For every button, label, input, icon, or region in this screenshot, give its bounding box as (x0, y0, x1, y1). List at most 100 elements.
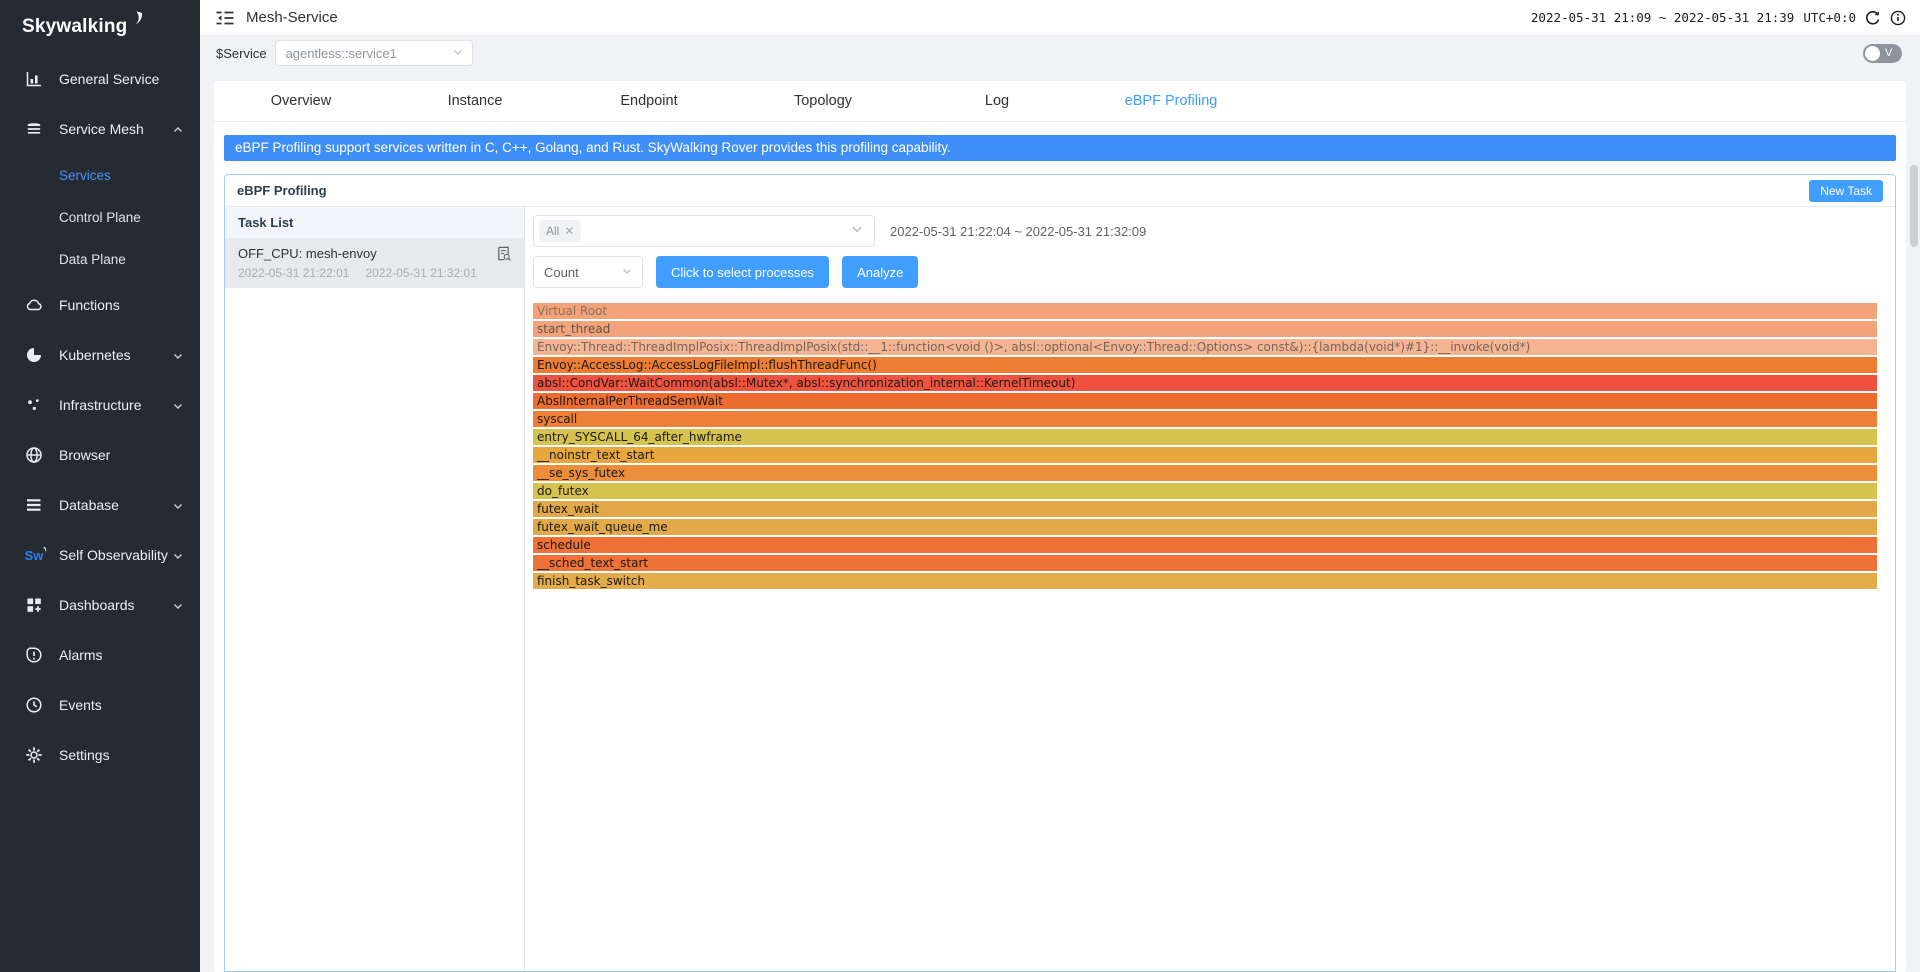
flame-frame[interactable]: do_futex (533, 483, 1877, 499)
menu-fold-icon[interactable] (216, 10, 234, 26)
instance-filter-select[interactable]: All ✕ (533, 215, 875, 247)
sidebar-item-dashboards[interactable]: Dashboards (0, 580, 200, 630)
sidebar-item-label: Database (59, 497, 172, 513)
sidebar-item-self-observability[interactable]: SwSelf Observability (0, 530, 200, 580)
flame-frame[interactable]: syscall (533, 411, 1877, 427)
ebpf-info-banner: eBPF Profiling support services written … (224, 135, 1896, 161)
events-icon (24, 695, 44, 715)
task-item[interactable]: OFF_CPU: mesh-envoy 2022-05-31 21:22:01 … (225, 239, 524, 288)
service-selector-bar: $Service agentless::service1 V (200, 36, 1920, 70)
chevron-down-icon (172, 549, 184, 561)
sidebar-item-label: Service Mesh (59, 121, 172, 137)
remove-tag-icon[interactable]: ✕ (564, 224, 574, 238)
vertical-scrollbar[interactable] (1910, 165, 1918, 247)
sidebar-item-label: Infrastructure (59, 397, 172, 413)
chevron-up-icon (172, 123, 184, 135)
chevron-down-icon (172, 499, 184, 511)
tab-instance[interactable]: Instance (388, 93, 562, 109)
sidebar-item-alarms[interactable]: Alarms (0, 630, 200, 680)
task-name: OFF_CPU: mesh-envoy (238, 246, 496, 261)
flame-frame[interactable]: futex_wait_queue_me (533, 519, 1877, 535)
sidebar-item-label: Control Plane (59, 210, 184, 225)
task-detail-icon[interactable] (496, 246, 511, 261)
analysis-column: All ✕ 2022-05-31 21:22:04 ~ 2022-05-31 2… (525, 207, 1895, 971)
app-root: Skywalking General Service Service Mesh Se… (0, 0, 1920, 972)
main-area: Mesh-Service 2022-05-31 21:09 ~ 2022-05-… (200, 0, 1920, 972)
tab-bar: OverviewInstanceEndpointTopologyLogeBPF … (214, 81, 1906, 122)
flame-frame[interactable]: __se_sys_futex (533, 465, 1877, 481)
tab-ebpf-profiling[interactable]: eBPF Profiling (1084, 93, 1258, 109)
task-time-range: 2022-05-31 21:22:04 ~ 2022-05-31 21:32:0… (890, 224, 1146, 239)
sidebar-item-events[interactable]: Events (0, 680, 200, 730)
tab-endpoint[interactable]: Endpoint (562, 93, 736, 109)
sidebar-item-settings[interactable]: Settings (0, 730, 200, 780)
kubernetes-icon (24, 345, 44, 365)
aggregation-select[interactable]: Count (533, 256, 643, 288)
sidebar-item-control-plane[interactable]: Control Plane (0, 196, 200, 238)
chevron-down-icon (172, 599, 184, 611)
sidebar-item-infrastructure[interactable]: Infrastructure (0, 380, 200, 430)
flame-frame[interactable]: Envoy::AccessLog::AccessLogFileImpl::flu… (533, 357, 1877, 373)
flame-frame[interactable]: futex_wait (533, 501, 1877, 517)
globe-icon (24, 445, 44, 465)
dashboard-card: OverviewInstanceEndpointTopologyLogeBPF … (214, 81, 1906, 972)
chevron-down-icon (172, 349, 184, 361)
sidebar-item-database[interactable]: Database (0, 480, 200, 530)
flame-frame[interactable]: absl::CondVar::WaitCommon(absl::Mutex*, … (533, 375, 1877, 391)
toggle-label: V (1885, 47, 1892, 59)
flame-frame[interactable]: start_thread (533, 321, 1877, 337)
sidebar-item-label: Browser (59, 447, 184, 463)
flame-frame[interactable]: __noinstr_text_start (533, 447, 1877, 463)
sidebar-item-general-service[interactable]: General Service (0, 54, 200, 104)
aggregation-value: Count (544, 265, 579, 280)
tab-topology[interactable]: Topology (736, 93, 910, 109)
tab-log[interactable]: Log (910, 93, 1084, 109)
sidebar-item-label: Services (59, 168, 184, 183)
service-select[interactable]: agentless::service1 (275, 40, 473, 66)
new-task-button[interactable]: New Task (1809, 180, 1883, 202)
toggle-knob (1865, 46, 1880, 61)
flame-frame[interactable]: AbslInternalPerThreadSemWait (533, 393, 1877, 409)
filter-tag-chip: All ✕ (539, 220, 581, 242)
filter-tag-label: All (546, 224, 559, 238)
flame-frame[interactable]: __sched_text_start (533, 555, 1877, 571)
analyze-button[interactable]: Analyze (842, 256, 918, 288)
sidebar-item-functions[interactable]: Functions (0, 280, 200, 330)
flame-frame[interactable]: finish_task_switch (533, 573, 1877, 589)
flame-frame[interactable]: Virtual Root (533, 303, 1877, 319)
service-label: $Service (216, 46, 267, 61)
top-header: Mesh-Service 2022-05-31 21:09 ~ 2022-05-… (200, 0, 1920, 36)
content-area: OverviewInstanceEndpointTopologyLogeBPF … (200, 70, 1920, 972)
info-icon[interactable] (1890, 10, 1906, 26)
sidebar-item-kubernetes[interactable]: Kubernetes (0, 330, 200, 380)
chevron-down-icon (452, 46, 464, 61)
alarm-icon (24, 645, 44, 665)
select-processes-button[interactable]: Click to select processes (656, 256, 829, 288)
app-logo[interactable]: Skywalking (0, 0, 200, 54)
sidebar-item-data-plane[interactable]: Data Plane (0, 238, 200, 280)
service-select-value: agentless::service1 (286, 46, 397, 61)
sidebar-item-label: General Service (59, 71, 184, 87)
task-list-column: Task List OFF_CPU: mesh-envoy 2022-05-31… (225, 207, 525, 971)
flame-graph: Virtual Rootstart_threadEnvoy::Thread::T… (533, 303, 1877, 591)
infrastructure-icon (24, 395, 44, 415)
global-time-range[interactable]: 2022-05-31 21:09 ~ 2022-05-31 21:39 (1531, 10, 1794, 25)
flame-frame[interactable]: entry_SYSCALL_64_after_hwframe (533, 429, 1877, 445)
refresh-icon[interactable] (1865, 10, 1881, 26)
sidebar-item-label: Settings (59, 747, 184, 763)
sidebar-nav: General Service Service Mesh Services Contr… (0, 54, 200, 972)
sidebar-item-services[interactable]: Services (0, 154, 200, 196)
flame-frame[interactable]: schedule (533, 537, 1877, 553)
sidebar-item-browser[interactable]: Browser (0, 430, 200, 480)
page-title: Mesh-Service (246, 9, 338, 26)
version-toggle[interactable]: V (1863, 44, 1902, 63)
sidebar-item-service-mesh[interactable]: Service Mesh (0, 104, 200, 154)
timezone-label[interactable]: UTC+0:0 (1803, 10, 1856, 25)
ebpf-profiling-panel: eBPF Profiling New Task Task List OFF_CP… (224, 174, 1896, 972)
sidebar-item-label: Events (59, 697, 184, 713)
chart-icon (24, 69, 44, 89)
panel-header: eBPF Profiling New Task (225, 175, 1895, 207)
tab-overview[interactable]: Overview (214, 93, 388, 109)
flame-frame[interactable]: Envoy::Thread::ThreadImplPosix::ThreadIm… (533, 339, 1877, 355)
task-list-header: Task List (225, 207, 524, 239)
